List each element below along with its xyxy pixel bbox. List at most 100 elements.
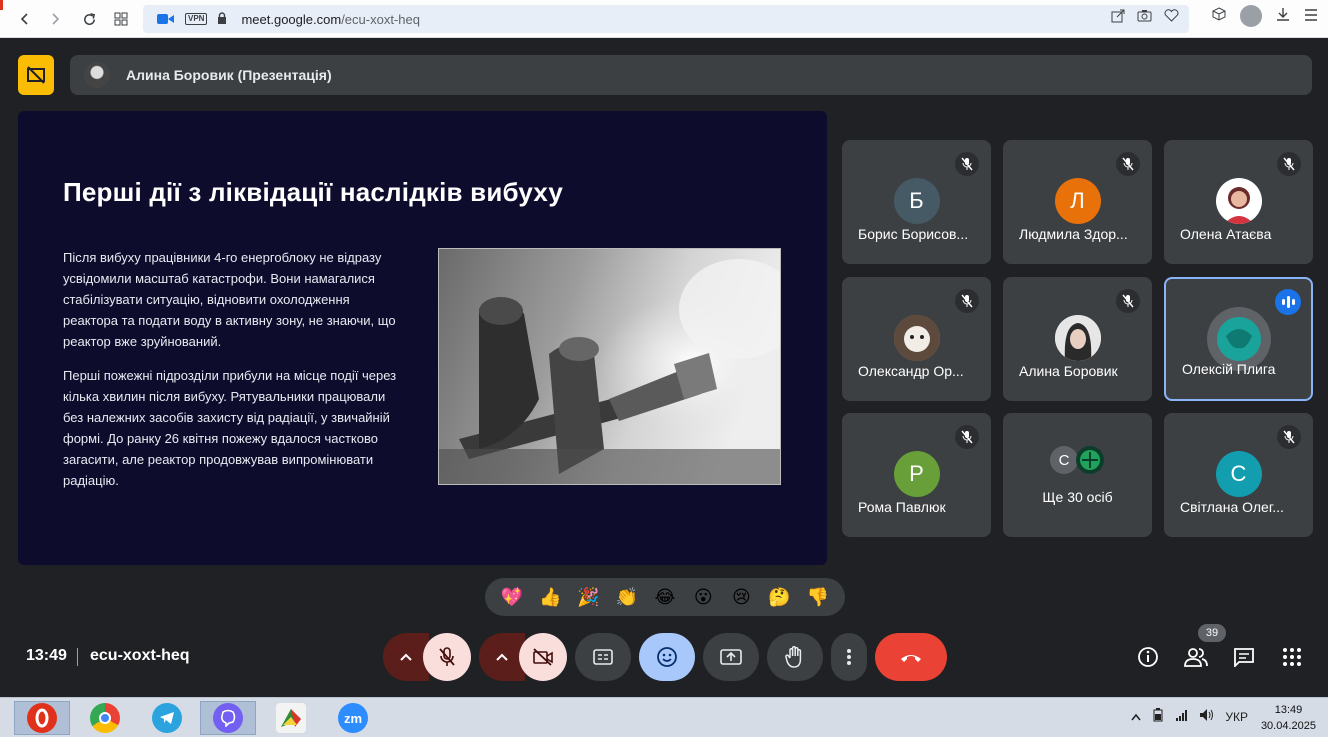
vpn-badge[interactable]: VPN — [185, 13, 208, 25]
language-indicator[interactable]: УКР — [1225, 710, 1248, 724]
speaking-indicator-icon — [1275, 289, 1301, 315]
people-button[interactable] — [1183, 644, 1209, 670]
participant-name: Олександр Ор... — [858, 363, 964, 379]
slide-title: Перші дії з ліквідації наслідків вибуху — [63, 177, 564, 207]
signal-icon[interactable] — [1175, 709, 1189, 724]
present-screen-icon — [720, 649, 742, 665]
participant-photo-avatar — [1215, 178, 1262, 224]
volume-icon[interactable] — [1199, 708, 1215, 725]
more-options-button[interactable] — [831, 633, 867, 681]
presenter-banner: Алина Боровик (Презентація) — [70, 55, 1312, 95]
share-icon[interactable] — [1111, 9, 1125, 26]
participant-tile[interactable]: Б Борис Борисов... — [842, 140, 991, 264]
os-taskbar: zm УКР 13:49 30.04.2025 — [0, 697, 1328, 737]
participant-tile[interactable]: Олександр Ор... — [842, 277, 991, 401]
slide-paragraph-1: Після вибуху працівники 4-го енергоблоку… — [63, 250, 396, 349]
url-text: meet.google.com/ecu-xoxt-heq — [241, 12, 420, 27]
reload-icon[interactable] — [74, 4, 104, 34]
firefighters-photo-art — [439, 259, 780, 484]
chrome-icon — [90, 703, 120, 733]
participant-tile[interactable]: Л Людмила Здор... — [1003, 140, 1152, 264]
captions-button[interactable] — [575, 633, 631, 681]
chat-button[interactable] — [1231, 644, 1257, 670]
meeting-info-button[interactable] — [1135, 644, 1161, 670]
hand-icon — [785, 646, 802, 668]
taskbar-viber[interactable] — [200, 701, 256, 735]
tabs-grid-icon[interactable] — [106, 4, 136, 34]
chevron-up-icon — [400, 653, 412, 661]
meet-camera-icon — [157, 13, 177, 25]
window-edge — [0, 0, 3, 10]
tray-arrow-icon[interactable] — [1131, 710, 1141, 724]
reaction-thumbs-down-button[interactable]: 👎 — [803, 582, 833, 612]
more-vert-icon — [847, 649, 851, 665]
participant-tile[interactable]: Р Рома Павлюк — [842, 413, 991, 537]
taskbar-telegram[interactable] — [139, 701, 195, 735]
screenshot-icon[interactable] — [1137, 9, 1152, 26]
reaction-heart-button[interactable]: 💖 — [497, 582, 527, 612]
address-bar[interactable]: VPN meet.google.com/ecu-xoxt-heq — [143, 5, 1189, 33]
present-screen-button[interactable] — [703, 633, 759, 681]
taskbar-app[interactable] — [263, 701, 319, 735]
url-host: meet.google.com — [241, 11, 342, 27]
download-icon[interactable] — [1276, 7, 1290, 25]
taskbar-zoom[interactable]: zm — [325, 701, 381, 735]
back-icon[interactable] — [10, 4, 40, 34]
participant-tile[interactable]: С Світлана Олег... — [1164, 413, 1313, 537]
participant-photo-avatar — [1076, 446, 1104, 474]
presentation-off-button[interactable] — [18, 55, 54, 95]
participant-avatar: Л — [1054, 178, 1101, 224]
reaction-thumbs-up-button[interactable]: 👍 — [535, 582, 565, 612]
activities-button[interactable] — [1279, 644, 1305, 670]
raise-hand-button[interactable] — [767, 633, 823, 681]
taskbar-opera[interactable] — [14, 701, 70, 735]
more-participants-tile[interactable]: С Ще 30 осіб — [1003, 413, 1152, 537]
reactions-bar: 💖 👍 🎉 👏 😂 😮 😢 🤔 👎 — [485, 578, 845, 616]
emoji-icon — [657, 647, 677, 667]
participant-photo-avatar — [893, 315, 940, 361]
participant-tile[interactable]: Алина Боровик — [1003, 277, 1152, 401]
forward-icon[interactable] — [40, 4, 70, 34]
reactions-button[interactable] — [639, 633, 695, 681]
captions-icon — [593, 649, 613, 665]
battery-icon[interactable] — [1151, 708, 1165, 725]
reaction-party-button[interactable]: 🎉 — [574, 582, 604, 612]
browser-actions — [1212, 5, 1318, 27]
mic-off-icon — [439, 647, 455, 666]
cube-icon[interactable] — [1212, 7, 1226, 25]
participant-tile-speaking[interactable]: Олексій Плига — [1164, 277, 1313, 401]
reaction-sad-button[interactable]: 😢 — [726, 582, 756, 612]
mic-off-icon — [1116, 152, 1140, 176]
presentation-slide: Перші дії з ліквідації наслідків вибуху … — [18, 111, 827, 565]
clock-date: 30.04.2025 — [1260, 720, 1316, 732]
menu-icon[interactable] — [1304, 8, 1318, 25]
mic-off-icon — [1277, 425, 1301, 449]
camera-toggle-button[interactable] — [519, 633, 567, 681]
heart-icon[interactable] — [1164, 9, 1179, 26]
chevron-up-icon — [496, 653, 508, 661]
info-icon — [1138, 647, 1158, 667]
leave-call-button[interactable] — [875, 633, 947, 681]
reaction-thinking-button[interactable]: 🤔 — [765, 582, 795, 612]
screen: { "browser": { "url_host": "meet.google.… — [0, 0, 1328, 737]
system-clock[interactable]: 13:49 30.04.2025 — [1261, 702, 1316, 734]
reaction-laugh-button[interactable]: 😂 — [650, 582, 680, 612]
mic-toggle-button[interactable] — [423, 633, 471, 681]
profile-avatar[interactable] — [1240, 5, 1262, 27]
mic-off-icon — [1277, 152, 1301, 176]
url-path: /ecu-xoxt-heq — [341, 11, 420, 27]
lock-icon[interactable] — [217, 11, 227, 27]
app-icon — [276, 703, 306, 733]
telegram-icon — [152, 703, 182, 733]
taskbar-chrome[interactable] — [77, 701, 133, 735]
presenter-label: Алина Боровик (Презентація) — [126, 67, 332, 83]
chat-icon — [1234, 648, 1254, 667]
participant-tile[interactable]: Олена Атаєва — [1164, 140, 1313, 264]
reaction-surprised-button[interactable]: 😮 — [688, 582, 718, 612]
browser-toolbar: VPN meet.google.com/ecu-xoxt-heq — [0, 0, 1328, 38]
viber-icon — [213, 703, 243, 733]
reaction-clap-button[interactable]: 👏 — [612, 582, 642, 612]
participant-name: Людмила Здор... — [1019, 226, 1128, 242]
participant-name: Олена Атаєва — [1180, 226, 1272, 242]
participant-name: Рома Павлюк — [858, 499, 946, 515]
